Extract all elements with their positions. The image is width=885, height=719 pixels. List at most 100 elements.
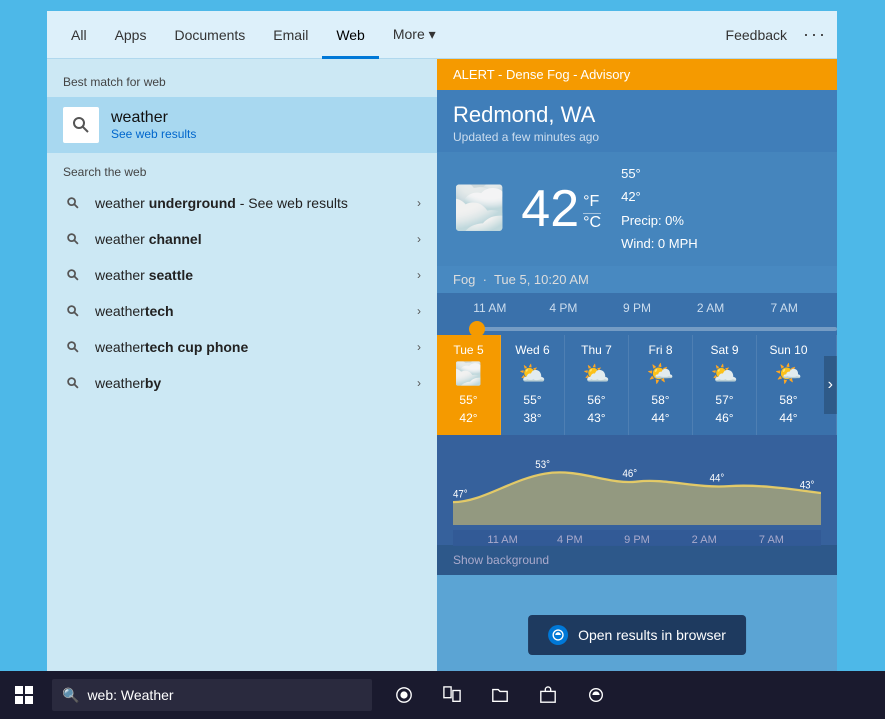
suggestion-item-weatherby[interactable]: weatherby › bbox=[47, 365, 437, 401]
multitask-button[interactable] bbox=[430, 673, 474, 717]
celsius-label[interactable]: °C bbox=[583, 214, 601, 232]
search-icon bbox=[63, 337, 83, 357]
taskbar-icons bbox=[382, 673, 618, 717]
precip: Precip: 0% bbox=[621, 209, 698, 232]
day-item-sat[interactable]: Sat 9 ⛅ 57° 46° bbox=[693, 335, 757, 435]
edge-icon bbox=[548, 625, 568, 645]
best-match-subtitle[interactable]: See web results bbox=[111, 127, 196, 141]
day-icon: 🌤️ bbox=[761, 361, 816, 387]
task-view-button[interactable] bbox=[382, 673, 426, 717]
temp-unit: °F °C bbox=[583, 193, 601, 232]
weather-header: Redmond, WA Updated a few minutes ago bbox=[437, 90, 837, 152]
search-icon bbox=[63, 193, 83, 213]
bottom-bar: Show background bbox=[437, 545, 837, 575]
suggestion-item-channel[interactable]: weather channel › bbox=[47, 221, 437, 257]
next-days-arrow[interactable]: › bbox=[824, 356, 837, 414]
suggestion-item-underground[interactable]: weather underground - See web results › bbox=[47, 185, 437, 221]
suggestion-item-seattle[interactable]: weather seattle › bbox=[47, 257, 437, 293]
edge-button[interactable] bbox=[574, 673, 618, 717]
open-browser-button[interactable]: Open results in browser bbox=[528, 615, 746, 655]
best-match-item[interactable]: weather See web results bbox=[47, 97, 437, 153]
day-temps: 58° 44° bbox=[633, 391, 688, 427]
hour-label-2: 9 PM bbox=[600, 301, 674, 315]
tab-more[interactable]: More ▾ bbox=[379, 11, 450, 59]
left-panel: Best match for web weather See web resul… bbox=[47, 59, 437, 671]
tab-documents[interactable]: Documents bbox=[160, 11, 259, 59]
day-icon: ⛅ bbox=[505, 361, 560, 387]
chart-label-4: 7 AM bbox=[738, 534, 805, 546]
fahrenheit-label[interactable]: °F bbox=[583, 193, 601, 214]
suggestion-item-weathertech-cup[interactable]: weathertech cup phone › bbox=[47, 329, 437, 365]
chart-label-3: 2 AM bbox=[671, 534, 738, 546]
svg-text:44°: 44° bbox=[710, 471, 725, 484]
open-browser-label: Open results in browser bbox=[578, 627, 726, 643]
suggestion-text: weathertech bbox=[95, 303, 417, 319]
day-temps: 55° 38° bbox=[505, 391, 560, 427]
day-item-tue[interactable]: Tue 5 🌫️ 55° 42° bbox=[437, 335, 501, 435]
day-icon: ⛅ bbox=[569, 361, 624, 387]
search-icon bbox=[63, 373, 83, 393]
chart-label-1: 4 PM bbox=[536, 534, 603, 546]
taskbar-search-icon: 🔍 bbox=[62, 687, 79, 704]
chart-label-0: 11 AM bbox=[469, 534, 536, 546]
arrow-icon: › bbox=[417, 196, 421, 210]
day-item-thu[interactable]: Thu 7 ⛅ 56° 43° bbox=[565, 335, 629, 435]
search-panel: All Apps Documents Email Web More ▾ Feed… bbox=[47, 11, 837, 671]
suggestion-text: weathertech cup phone bbox=[95, 339, 417, 355]
suggestion-item-weathertech[interactable]: weathertech › bbox=[47, 293, 437, 329]
fog-icon: 🌫️ bbox=[453, 184, 505, 233]
arrow-icon: › bbox=[417, 376, 421, 390]
weather-details: 55° 42° Precip: 0% Wind: 0 MPH bbox=[621, 162, 698, 256]
arrow-icon: › bbox=[417, 340, 421, 354]
temp-low: 42° bbox=[621, 185, 698, 208]
weather-panel: ALERT - Dense Fog - Advisory Redmond, WA… bbox=[437, 59, 837, 671]
day-label: Tue 5 bbox=[441, 343, 496, 357]
hour-label-0: 11 AM bbox=[453, 301, 527, 315]
current-temp: 42 bbox=[521, 179, 579, 239]
suggestion-text: weather channel bbox=[95, 231, 417, 247]
file-explorer-button[interactable] bbox=[478, 673, 522, 717]
taskbar: 🔍 bbox=[0, 671, 885, 719]
tab-all[interactable]: All bbox=[57, 11, 101, 59]
time-slider[interactable] bbox=[469, 327, 837, 331]
temp-high: 55° bbox=[621, 162, 698, 185]
chart-labels: 11 AM 4 PM 9 PM 2 AM 7 AM bbox=[453, 530, 821, 546]
day-temps: 57° 46° bbox=[697, 391, 752, 427]
day-icon: ⛅ bbox=[697, 361, 752, 387]
day-temps: 58° 44° bbox=[761, 391, 816, 427]
city-name: Redmond, WA bbox=[453, 102, 821, 128]
tab-email[interactable]: Email bbox=[259, 11, 322, 59]
svg-text:43°: 43° bbox=[800, 478, 815, 491]
day-item-wed[interactable]: Wed 6 ⛅ 55° 38° bbox=[501, 335, 565, 435]
svg-text:47°: 47° bbox=[453, 487, 468, 500]
hour-label-3: 2 AM bbox=[674, 301, 748, 315]
taskbar-search-box[interactable]: 🔍 bbox=[52, 679, 372, 711]
more-options-button[interactable]: ··· bbox=[803, 24, 827, 45]
search-icon bbox=[63, 265, 83, 285]
feedback-button[interactable]: Feedback bbox=[726, 27, 787, 43]
day-icon: 🌤️ bbox=[633, 361, 688, 387]
show-background-button[interactable]: Show background bbox=[453, 553, 549, 567]
best-match-title: weather bbox=[111, 109, 196, 127]
store-button[interactable] bbox=[526, 673, 570, 717]
tab-apps[interactable]: Apps bbox=[101, 11, 161, 59]
search-icon bbox=[63, 301, 83, 321]
svg-text:53°: 53° bbox=[535, 458, 550, 471]
day-temps: 56° 43° bbox=[569, 391, 624, 427]
day-item-fri[interactable]: Fri 8 🌤️ 58° 44° bbox=[629, 335, 693, 435]
taskbar-search-input[interactable] bbox=[87, 687, 362, 703]
start-button[interactable] bbox=[0, 671, 48, 719]
suggestion-text: weatherby bbox=[95, 375, 417, 391]
weather-main: 🌫️ 42 °F °C 55° 42° Precip: 0% Wind: 0 M… bbox=[437, 152, 837, 266]
chart-svg: 47° 53° 46° 44° 43° bbox=[453, 445, 821, 525]
arrow-icon: › bbox=[417, 268, 421, 282]
day-icon: 🌫️ bbox=[441, 361, 496, 387]
search-icon bbox=[63, 229, 83, 249]
chart-label-2: 9 PM bbox=[603, 534, 670, 546]
tab-web[interactable]: Web bbox=[322, 11, 379, 59]
daily-forecast: Tue 5 🌫️ 55° 42° Wed 6 ⛅ 55° 38° bbox=[437, 335, 837, 435]
content-area: Best match for web weather See web resul… bbox=[47, 59, 837, 671]
best-match-label: Best match for web bbox=[47, 71, 437, 97]
suggestion-text: weather seattle bbox=[95, 267, 417, 283]
search-icon-large bbox=[63, 107, 99, 143]
